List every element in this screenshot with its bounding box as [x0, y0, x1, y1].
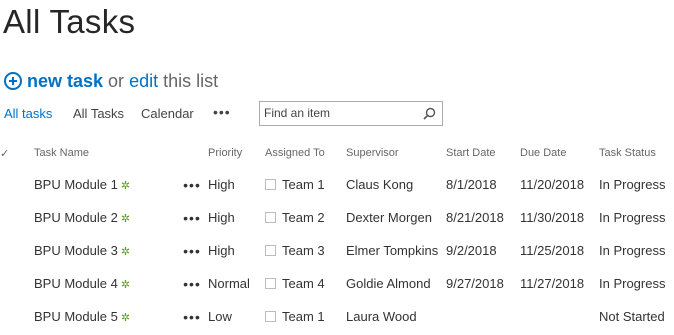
task-status-cell: In Progress — [599, 243, 666, 258]
more-views-button[interactable]: ••• — [213, 104, 231, 120]
start-date-cell: 9/2/2018 — [446, 243, 497, 258]
new-item-icon: ✲ — [120, 312, 131, 324]
due-date-cell: 11/25/2018 — [520, 243, 585, 258]
checkbox-icon[interactable] — [265, 212, 276, 223]
column-header-assigned-to[interactable]: Assigned To — [265, 138, 346, 168]
due-date-cell: 11/27/2018 — [520, 276, 585, 291]
assigned-to-text: Team 4 — [282, 276, 325, 291]
search-box — [259, 101, 443, 126]
assigned-to-cell: Team 2 — [265, 201, 346, 234]
new-task-link[interactable]: new task — [27, 71, 103, 92]
priority-cell: High — [208, 177, 235, 192]
task-name-cell[interactable]: BPU Module 5 ✲ — [30, 300, 176, 333]
assigned-to-cell: Team 4 — [265, 267, 346, 300]
start-date-cell: 8/21/2018 — [446, 210, 504, 225]
column-header-spacer — [176, 138, 208, 168]
task-rows: BPU Module 1 ✲ ••• High Team 1 Claus Kong… — [0, 168, 674, 333]
table-header-row: ✓ Task Name Priority Assigned To Supervi… — [0, 138, 674, 168]
due-date-cell — [520, 300, 599, 333]
task-name-link[interactable]: BPU Module 2 — [34, 210, 118, 225]
table-row[interactable]: BPU Module 1 ✲ ••• High Team 1 Claus Kong… — [0, 168, 674, 201]
view-calendar[interactable]: Calendar — [141, 106, 194, 121]
plus-circle-icon[interactable] — [4, 72, 22, 90]
page-title: All Tasks — [3, 3, 136, 40]
item-menu-button[interactable]: ••• — [176, 234, 208, 267]
assigned-to-text: Team 1 — [282, 309, 325, 324]
column-header-priority[interactable]: Priority — [208, 138, 265, 168]
new-item-icon: ✲ — [120, 246, 131, 258]
column-header-task-name[interactable]: Task Name — [30, 138, 176, 168]
start-date-cell — [446, 300, 520, 333]
task-status-cell: Not Started — [599, 309, 665, 324]
priority-cell: Normal — [208, 276, 250, 291]
item-menu-button[interactable]: ••• — [176, 201, 208, 234]
task-name-cell[interactable]: BPU Module 3 ✲ — [30, 234, 176, 267]
checkbox-icon[interactable] — [265, 245, 276, 256]
priority-cell: Low — [208, 309, 232, 324]
view-selector: All tasks All Tasks Calendar ••• — [0, 100, 674, 128]
row-select[interactable] — [0, 168, 30, 201]
task-name-cell[interactable]: BPU Module 2 ✲ — [30, 201, 176, 234]
assigned-to-text: Team 3 — [282, 243, 325, 258]
task-status-cell: In Progress — [599, 177, 666, 192]
row-select[interactable] — [0, 300, 30, 333]
due-date-cell: 11/30/2018 — [520, 210, 585, 225]
supervisor-cell: Goldie Almond — [346, 276, 431, 291]
task-name-link[interactable]: BPU Module 5 — [34, 309, 118, 324]
priority-cell: High — [208, 210, 235, 225]
checkbox-icon[interactable] — [265, 311, 276, 322]
table-row[interactable]: BPU Module 2 ✲ ••• High Team 2 Dexter Mor… — [0, 201, 674, 234]
select-all-checkmark[interactable]: ✓ — [0, 138, 30, 168]
supervisor-cell: Elmer Tompkins — [346, 243, 439, 258]
due-date-cell: 11/20/2018 — [520, 177, 585, 192]
column-header-task-status[interactable]: Task Status — [599, 138, 674, 168]
new-item-icon: ✲ — [120, 279, 131, 291]
supervisor-cell: Dexter Morgen — [346, 210, 432, 225]
checkbox-icon[interactable] — [265, 278, 276, 289]
assigned-to-cell: Team 1 — [265, 300, 346, 333]
task-name-link[interactable]: BPU Module 3 — [34, 243, 118, 258]
supervisor-cell: Laura Wood — [346, 309, 417, 324]
task-name-link[interactable]: BPU Module 4 — [34, 276, 118, 291]
task-status-cell: In Progress — [599, 210, 666, 225]
table-row[interactable]: BPU Module 3 ✲ ••• High Team 3 Elmer Tomp… — [0, 234, 674, 267]
edit-link[interactable]: edit — [129, 71, 158, 92]
start-date-cell: 8/1/2018 — [446, 177, 497, 192]
assigned-to-text: Team 1 — [282, 177, 325, 192]
row-select[interactable] — [0, 201, 30, 234]
column-header-supervisor[interactable]: Supervisor — [346, 138, 446, 168]
task-name-cell[interactable]: BPU Module 1 ✲ — [30, 168, 176, 201]
tasks-table: ✓ Task Name Priority Assigned To Supervi… — [0, 138, 674, 333]
command-bar: new task or edit this list — [4, 68, 218, 94]
row-select[interactable] — [0, 234, 30, 267]
view-all-tasks[interactable]: All Tasks — [73, 106, 124, 121]
new-item-icon: ✲ — [120, 213, 131, 225]
task-name-link[interactable]: BPU Module 1 — [34, 177, 118, 192]
search-icon[interactable] — [423, 107, 436, 120]
row-select[interactable] — [0, 267, 30, 300]
assigned-to-cell: Team 1 — [265, 168, 346, 201]
search-input[interactable] — [264, 105, 414, 121]
column-header-start-date[interactable]: Start Date — [446, 138, 520, 168]
table-row[interactable]: BPU Module 4 ✲ ••• Normal Team 4 Goldie A… — [0, 267, 674, 300]
item-menu-button[interactable]: ••• — [176, 300, 208, 333]
priority-cell: High — [208, 243, 235, 258]
assigned-to-cell: Team 3 — [265, 234, 346, 267]
new-item-icon: ✲ — [120, 180, 131, 192]
start-date-cell: 9/27/2018 — [446, 276, 504, 291]
or-text: or — [108, 70, 125, 91]
item-menu-button[interactable]: ••• — [176, 267, 208, 300]
task-status-cell: In Progress — [599, 276, 666, 291]
supervisor-cell: Claus Kong — [346, 177, 414, 192]
assigned-to-text: Team 2 — [282, 210, 325, 225]
view-all-tasks-active[interactable]: All tasks — [4, 106, 52, 121]
item-menu-button[interactable]: ••• — [176, 168, 208, 201]
this-list-text: this list — [163, 70, 219, 91]
task-name-cell[interactable]: BPU Module 4 ✲ — [30, 267, 176, 300]
column-header-due-date[interactable]: Due Date — [520, 138, 599, 168]
table-row[interactable]: BPU Module 5 ✲ ••• Low Team 1 Laura Wood … — [0, 300, 674, 333]
checkbox-icon[interactable] — [265, 179, 276, 190]
